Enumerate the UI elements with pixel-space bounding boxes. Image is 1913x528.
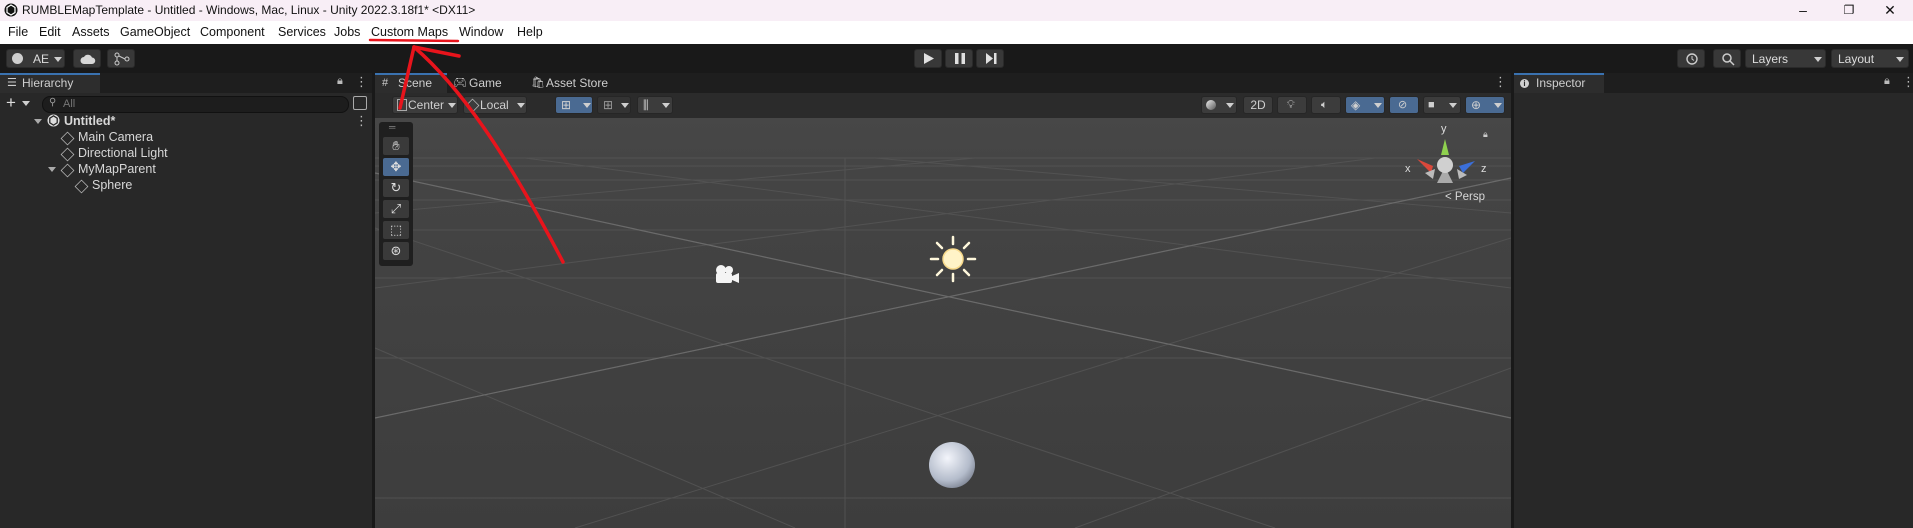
annotation-arrow — [368, 38, 565, 264]
